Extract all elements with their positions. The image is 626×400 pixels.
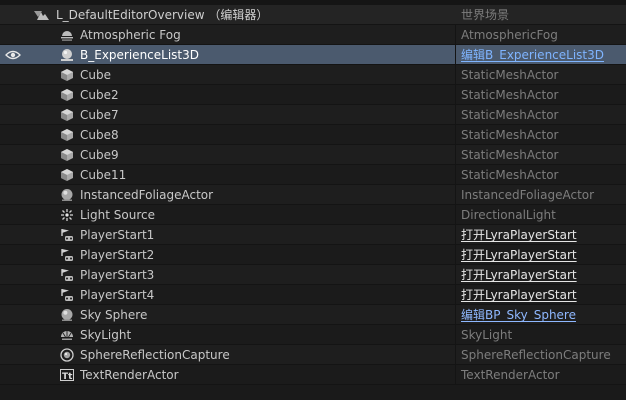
column-divider xyxy=(455,45,456,65)
player-start-icon xyxy=(60,228,74,242)
actor-name: SkyLight xyxy=(80,327,132,342)
static-mesh-icon xyxy=(60,108,74,122)
actor-type-link[interactable]: 打开LyraPlayerStart xyxy=(461,286,577,303)
outliner-row[interactable]: Cube7 StaticMeshActor xyxy=(0,105,626,125)
outliner-row[interactable]: Cube9 StaticMeshActor xyxy=(0,145,626,165)
column-divider xyxy=(455,205,456,225)
outliner-row[interactable]: Cube2 StaticMeshActor xyxy=(0,85,626,105)
column-divider xyxy=(455,25,456,45)
column-divider xyxy=(455,305,456,325)
actor-type: StaticMeshActor xyxy=(461,127,559,142)
actor-name: PlayerStart1 xyxy=(80,227,155,242)
outliner-row[interactable]: B_ExperienceList3D 编辑B_ExperienceList3D xyxy=(0,45,626,65)
actor-sphere-icon xyxy=(60,308,74,322)
outliner-row-level[interactable]: L_DefaultEditorOverview （编辑器） 世界场景 xyxy=(0,5,626,25)
blueprint-sphere-icon xyxy=(60,48,74,62)
actor-type: StaticMeshActor xyxy=(461,87,559,102)
actor-type-link[interactable]: 打开LyraPlayerStart xyxy=(461,266,577,283)
actor-name: TextRenderActor xyxy=(80,367,179,382)
column-divider xyxy=(455,345,456,365)
actor-name: B_ExperienceList3D xyxy=(80,47,200,62)
actor-name: PlayerStart3 xyxy=(80,267,155,282)
actor-type: StaticMeshActor xyxy=(461,167,559,182)
outliner-row[interactable]: Cube8 StaticMeshActor xyxy=(0,125,626,145)
actor-name: PlayerStart4 xyxy=(80,287,155,302)
outliner-row[interactable]: Cube StaticMeshActor xyxy=(0,65,626,85)
column-divider xyxy=(455,285,456,305)
level-type: 世界场景 xyxy=(461,8,510,22)
actor-name: Sky Sphere xyxy=(80,307,148,322)
actor-name: Atmospheric Fog xyxy=(80,27,181,42)
actor-type: InstancedFoliageActor xyxy=(461,187,595,202)
static-mesh-icon xyxy=(60,128,74,142)
outliner-row[interactable]: SkyLight SkyLight xyxy=(0,325,626,345)
actor-name: SphereReflectionCapture xyxy=(80,347,230,362)
actor-type: TextRenderActor xyxy=(461,367,560,382)
reflection-capture-icon xyxy=(60,347,74,362)
column-divider xyxy=(455,105,456,125)
column-divider xyxy=(455,85,456,105)
column-divider xyxy=(455,325,456,345)
column-divider xyxy=(455,65,456,85)
static-mesh-icon xyxy=(60,168,74,182)
directional-light-icon xyxy=(60,208,74,222)
actor-type-link[interactable]: 编辑BP_Sky_Sphere xyxy=(461,306,576,323)
static-mesh-icon xyxy=(60,88,74,102)
actor-type: AtmosphericFog xyxy=(461,27,558,42)
actor-name: Cube7 xyxy=(80,107,119,122)
outliner-row[interactable]: Atmospheric Fog AtmosphericFog xyxy=(0,25,626,45)
atmospheric-fog-icon xyxy=(60,28,74,42)
text-render-icon: Tt xyxy=(60,368,74,382)
outliner-row[interactable]: InstancedFoliageActor InstancedFoliageAct… xyxy=(0,185,626,205)
column-divider xyxy=(455,245,456,265)
actor-name: Cube2 xyxy=(80,87,119,102)
actor-name: PlayerStart2 xyxy=(80,247,155,262)
actor-name: Cube8 xyxy=(80,127,119,142)
actor-type: StaticMeshActor xyxy=(461,147,559,162)
actor-type-link[interactable]: 编辑B_ExperienceList3D xyxy=(461,46,604,63)
player-start-icon xyxy=(60,248,74,262)
sky-light-icon xyxy=(60,328,74,342)
actor-type-link[interactable]: 打开LyraPlayerStart xyxy=(461,226,577,243)
world-outliner: L_DefaultEditorOverview （编辑器） 世界场景 Atmos… xyxy=(0,0,626,400)
actor-sphere-icon xyxy=(60,188,74,202)
actor-type: DirectionalLight xyxy=(461,207,556,222)
static-mesh-icon xyxy=(60,148,74,162)
column-divider xyxy=(455,225,456,245)
actor-type: SphereReflectionCapture xyxy=(461,347,611,362)
actor-type-link[interactable]: 打开LyraPlayerStart xyxy=(461,246,577,263)
player-start-icon xyxy=(60,288,74,302)
actor-name: Cube xyxy=(80,67,111,82)
column-divider xyxy=(455,145,456,165)
actor-type: SkyLight xyxy=(461,327,513,342)
actor-type: StaticMeshActor xyxy=(461,107,559,122)
actor-type: StaticMeshActor xyxy=(461,67,559,82)
column-divider xyxy=(455,125,456,145)
level-name: L_DefaultEditorOverview （编辑器） xyxy=(56,8,269,22)
column-divider xyxy=(455,185,456,205)
actor-name: Light Source xyxy=(80,207,155,222)
column-divider xyxy=(455,265,456,285)
outliner-row[interactable]: Light Source DirectionalLight xyxy=(0,205,626,225)
column-divider xyxy=(455,365,456,385)
static-mesh-icon xyxy=(60,68,74,82)
outliner-row[interactable]: Tt TextRenderActor TextRenderActor xyxy=(0,365,626,385)
outliner-row[interactable]: Sky Sphere 编辑BP_Sky_Sphere xyxy=(0,305,626,325)
actor-name: Cube11 xyxy=(80,167,127,182)
outliner-row[interactable]: PlayerStart2 打开LyraPlayerStart xyxy=(0,245,626,265)
actor-name: Cube9 xyxy=(80,147,119,162)
outliner-row[interactable]: PlayerStart3 打开LyraPlayerStart xyxy=(0,265,626,285)
column-divider xyxy=(455,165,456,185)
player-start-icon xyxy=(60,268,74,282)
outliner-row[interactable]: PlayerStart1 打开LyraPlayerStart xyxy=(0,225,626,245)
outliner-row[interactable]: PlayerStart4 打开LyraPlayerStart xyxy=(0,285,626,305)
outliner-row[interactable]: Cube11 StaticMeshActor xyxy=(0,165,626,185)
actor-name: InstancedFoliageActor xyxy=(80,187,214,202)
outliner-row[interactable]: SphereReflectionCapture SphereReflectionC… xyxy=(0,345,626,365)
svg-text:Tt: Tt xyxy=(62,372,73,382)
